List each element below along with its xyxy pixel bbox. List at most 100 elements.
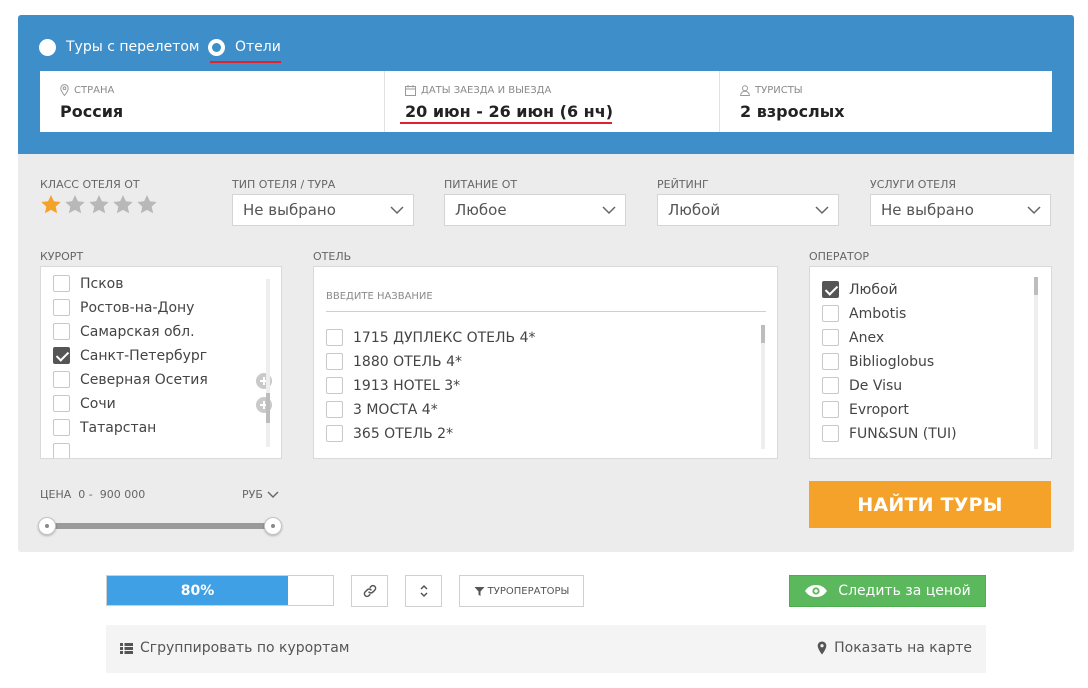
checkbox[interactable] xyxy=(53,299,70,316)
list-item[interactable]: Сочи xyxy=(53,395,116,412)
list-item[interactable]: 1913 HOTEL 3* xyxy=(326,377,460,394)
scrollbar-thumb[interactable] xyxy=(266,393,270,423)
list-item[interactable]: Любой xyxy=(822,281,898,298)
country-value: Россия xyxy=(60,102,124,121)
list-item[interactable]: Санкт-Петербург xyxy=(53,347,207,364)
scrollbar-track[interactable] xyxy=(1034,277,1038,449)
copy-link-button[interactable] xyxy=(351,575,388,607)
chevron-down-icon xyxy=(602,206,616,215)
hotel-search-input[interactable] xyxy=(326,281,766,312)
search-panel: Туры с перелетом Отели Страна Россия Дат… xyxy=(18,15,1074,154)
list-icon xyxy=(120,642,133,654)
list-item[interactable]: Северная Осетия xyxy=(53,371,208,388)
services-value: Не выбрано xyxy=(881,201,974,219)
star-icon[interactable] xyxy=(88,194,112,216)
chevron-down-icon xyxy=(1027,206,1041,215)
tourists-label: Туристы xyxy=(755,84,803,96)
price-slider-max-handle[interactable] xyxy=(264,517,282,535)
hotel-type-select[interactable]: Не выбрано xyxy=(232,194,414,226)
checkbox[interactable] xyxy=(53,275,70,292)
checkbox[interactable] xyxy=(822,401,839,418)
mode-hotels-radio[interactable]: Отели xyxy=(208,37,281,57)
list-item[interactable] xyxy=(53,443,80,458)
list-item[interactable]: FUN&SUN (TUI) xyxy=(822,425,957,442)
hotel-class-stars xyxy=(40,194,160,216)
list-item[interactable]: 1715 ДУПЛЕКС ОТЕЛЬ 4* xyxy=(326,329,536,346)
follow-price-button[interactable]: Следить за ценой xyxy=(789,575,986,607)
sort-button[interactable] xyxy=(405,575,442,607)
checkbox[interactable] xyxy=(53,371,70,388)
list-item[interactable]: Татарстан xyxy=(53,419,156,436)
dates-field[interactable]: Даты заезда и выезда 20 июн - 26 июн (6 … xyxy=(385,71,720,132)
hotel-class-label: Класс отеля от xyxy=(40,178,140,191)
chevron-down-icon xyxy=(267,491,279,498)
checkbox[interactable] xyxy=(326,353,343,370)
list-item[interactable]: Evroport xyxy=(822,401,909,418)
progress-bar: 80% xyxy=(106,575,334,606)
sort-icon xyxy=(419,584,428,598)
list-item[interactable]: Anex xyxy=(822,329,884,346)
tourists-field[interactable]: Туристы 2 взрослых xyxy=(720,71,1052,132)
price-min: 0 xyxy=(78,488,86,501)
checkbox[interactable] xyxy=(53,323,70,340)
radio-checked-icon xyxy=(208,38,225,56)
checkbox[interactable] xyxy=(326,329,343,346)
price-label: ЦЕНА 0 - 900 000 xyxy=(40,488,146,501)
checkbox[interactable] xyxy=(326,377,343,394)
star-icon[interactable] xyxy=(112,194,136,216)
star-icon[interactable] xyxy=(136,194,160,216)
checkbox-checked[interactable] xyxy=(53,347,70,364)
rating-select[interactable]: Любой xyxy=(657,194,839,226)
chevron-down-icon xyxy=(815,206,829,215)
list-item[interactable]: 365 ОТЕЛЬ 2* xyxy=(326,425,453,442)
price-max: 900 000 xyxy=(99,488,146,501)
checkbox[interactable] xyxy=(53,395,70,412)
scrollbar-track[interactable] xyxy=(761,325,765,449)
price-slider-track[interactable] xyxy=(47,523,273,529)
user-icon xyxy=(740,84,750,96)
meal-select[interactable]: Любое xyxy=(444,194,626,226)
star-icon[interactable] xyxy=(64,194,88,216)
list-item[interactable]: Псков xyxy=(53,275,124,292)
mode-flights-radio[interactable]: Туры с перелетом xyxy=(39,37,200,57)
price-slider-min-handle[interactable] xyxy=(38,517,56,535)
tour-operators-button[interactable]: ТУРОПЕРАТОРЫ xyxy=(459,575,584,607)
meal-label: Питание от xyxy=(444,178,518,191)
list-item[interactable]: 3 МОСТА 4* xyxy=(326,401,438,418)
hotel-type-label: Тип отеля / тура xyxy=(232,178,336,191)
search-fields: Страна Россия Даты заезда и выезда 20 ию… xyxy=(40,71,1052,132)
country-field[interactable]: Страна Россия xyxy=(40,71,385,132)
currency-select[interactable]: РУБ xyxy=(242,488,279,501)
resort-list: Псков Ростов-на-Дону Самарская обл. Санк… xyxy=(40,266,282,459)
meal-value: Любое xyxy=(455,201,507,219)
checkbox[interactable] xyxy=(822,353,839,370)
checkbox[interactable] xyxy=(326,425,343,442)
checkbox-checked[interactable] xyxy=(822,281,839,298)
list-item[interactable]: Ростов-на-Дону xyxy=(53,299,194,316)
results-bar: Сгруппировать по курортам Показать на ка… xyxy=(106,625,986,673)
services-select[interactable]: Не выбрано xyxy=(870,194,1051,226)
checkbox[interactable] xyxy=(326,401,343,418)
checkbox[interactable] xyxy=(822,425,839,442)
scrollbar-thumb[interactable] xyxy=(1034,277,1038,295)
list-item[interactable]: Ambotis xyxy=(822,305,906,322)
group-by-resort-link[interactable]: Сгруппировать по курортам xyxy=(120,640,349,656)
show-on-map-link[interactable]: Показать на карте xyxy=(817,640,972,656)
checkbox[interactable] xyxy=(53,443,70,458)
scrollbar-thumb[interactable] xyxy=(761,325,765,343)
list-item[interactable]: 1880 ОТЕЛЬ 4* xyxy=(326,353,462,370)
checkbox[interactable] xyxy=(822,329,839,346)
dates-value: 20 июн - 26 июн (6 нч) xyxy=(405,102,614,121)
checkbox[interactable] xyxy=(53,419,70,436)
filter-icon xyxy=(474,586,485,596)
mode-underline xyxy=(210,61,281,63)
find-tours-button[interactable]: НАЙТИ ТУРЫ xyxy=(809,481,1051,528)
list-item[interactable]: Самарская обл. xyxy=(53,323,195,340)
list-item[interactable]: De Visu xyxy=(822,377,902,394)
operator-list: Любой Ambotis Anex Biblioglobus De Visu … xyxy=(809,266,1052,459)
checkbox[interactable] xyxy=(822,305,839,322)
list-item[interactable]: Biblioglobus xyxy=(822,353,934,370)
star-icon[interactable] xyxy=(40,194,64,216)
rating-label: Рейтинг xyxy=(657,178,709,191)
checkbox[interactable] xyxy=(822,377,839,394)
